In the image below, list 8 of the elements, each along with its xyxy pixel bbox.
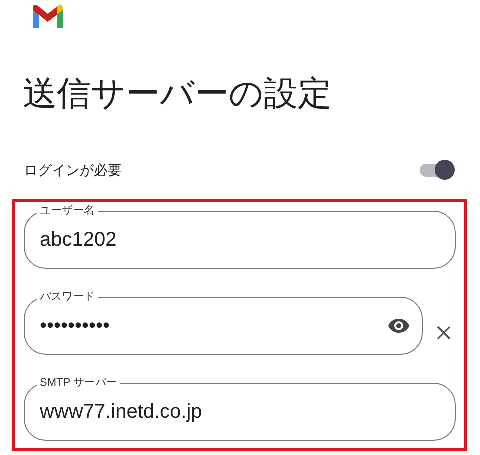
input-field[interactable]: ユーザー名 abc1202: [24, 204, 456, 269]
eye-icon[interactable]: [388, 318, 410, 334]
gmail-logo-icon: [31, 4, 65, 28]
login-required-label: ログインが必要: [24, 161, 122, 179]
input-field[interactable]: SMTP サーバー www77.inetd.co.jp: [24, 376, 456, 441]
page-title: 送信サーバーの設定: [23, 74, 332, 115]
login-toggle[interactable]: [419, 159, 457, 181]
close-icon[interactable]: [437, 326, 451, 340]
